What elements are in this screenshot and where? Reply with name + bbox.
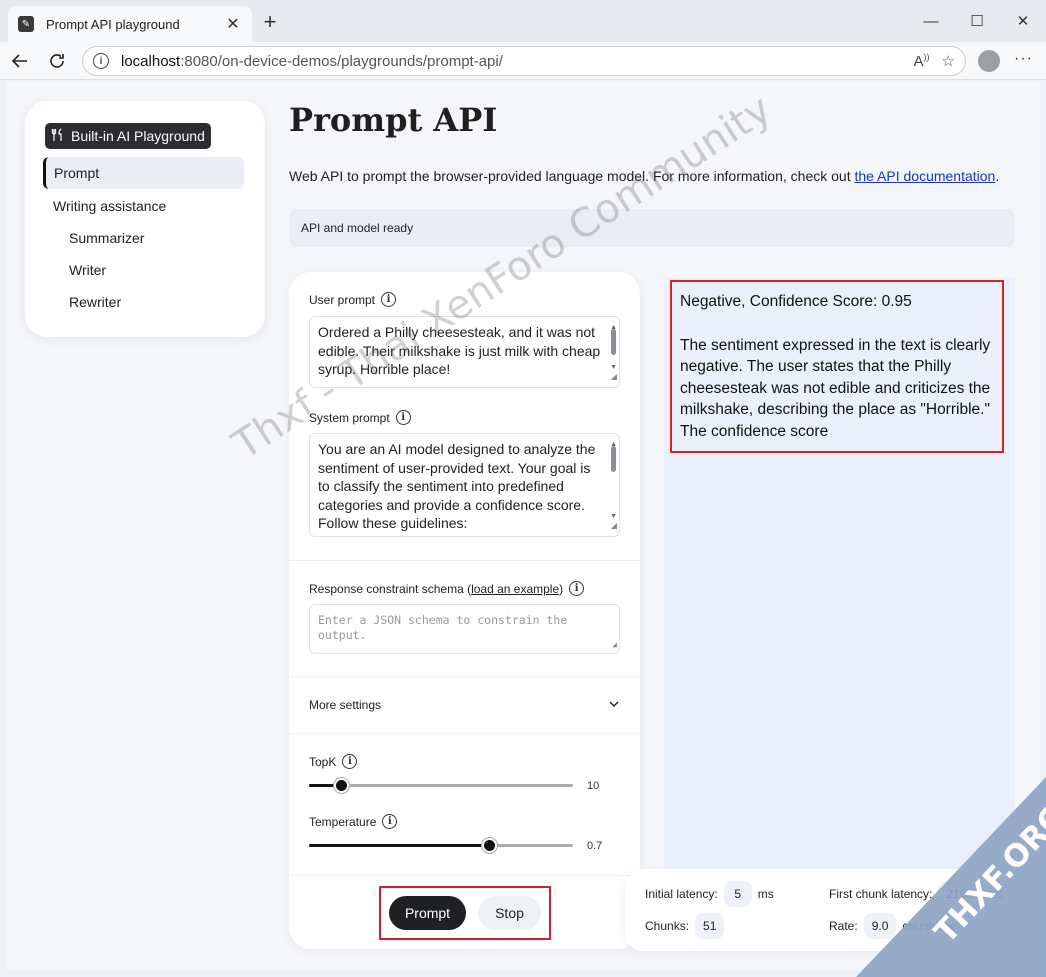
- action-buttons: Prompt Stop: [379, 886, 551, 940]
- url-text: localhost:8080/on-device-demos/playgroun…: [121, 52, 503, 70]
- first-chunk-latency-stat: First chunk latency: 2163 ms: [829, 881, 1003, 907]
- api-documentation-link[interactable]: the API documentation: [854, 168, 995, 184]
- sidebar-item-prompt[interactable]: Prompt: [43, 157, 244, 189]
- scrollbar-thumb[interactable]: [611, 446, 616, 472]
- sidebar: Built-in AI Playground Prompt Writing as…: [25, 101, 265, 337]
- info-icon[interactable]: i: [382, 814, 398, 829]
- sidebar-item-writer[interactable]: Writer: [69, 262, 106, 278]
- site-info-icon[interactable]: i: [93, 53, 109, 69]
- browser-toolbar: i localhost:8080/on-device-demos/playgro…: [0, 42, 1046, 80]
- response-panel: Negative, Confidence Score: 0.95 The sen…: [664, 277, 1015, 877]
- info-icon[interactable]: i: [569, 581, 585, 596]
- brand-label: Built-in AI Playground: [71, 128, 205, 144]
- topk-slider[interactable]: [309, 778, 573, 793]
- temperature-slider[interactable]: [309, 838, 573, 853]
- brand-badge[interactable]: Built-in AI Playground: [45, 123, 211, 149]
- profile-avatar-icon[interactable]: [978, 50, 1000, 72]
- status-message: API and model ready: [289, 209, 1015, 247]
- chevron-down-icon: [608, 698, 620, 713]
- tab-close-icon[interactable]: ✕: [224, 14, 242, 34]
- sidebar-item-summarizer[interactable]: Summarizer: [69, 230, 144, 246]
- sidebar-item-rewriter[interactable]: Rewriter: [69, 294, 121, 310]
- maximize-icon[interactable]: ☐: [954, 0, 1000, 42]
- sidebar-item-label: Writer: [69, 262, 107, 278]
- slider-thumb[interactable]: [333, 778, 349, 793]
- info-icon[interactable]: i: [395, 410, 411, 425]
- resize-handle-icon[interactable]: ◢: [612, 637, 617, 652]
- playground-favicon-icon: ✎: [18, 16, 34, 32]
- address-actions: A)) ☆: [914, 52, 955, 70]
- more-settings-label: More settings: [309, 698, 382, 712]
- slider-thumb[interactable]: [481, 838, 497, 853]
- system-prompt-input[interactable]: You are an AI model designed to analyze …: [309, 433, 620, 537]
- divider: [289, 560, 640, 561]
- divider: [289, 676, 640, 677]
- page-viewport: Built-in AI Playground Prompt Writing as…: [6, 81, 1040, 971]
- slider-fill: [309, 844, 489, 847]
- divider: [289, 733, 640, 734]
- system-prompt-label: System prompt i: [309, 410, 411, 425]
- rate-stat: Rate: 9.0 chunk/sec: [829, 913, 956, 939]
- topk-value: 10: [587, 780, 600, 792]
- sidebar-item-label: Summarizer: [69, 230, 145, 246]
- new-tab-icon[interactable]: +: [258, 10, 282, 34]
- browser-tab[interactable]: ✎ Prompt API playground ✕: [8, 6, 252, 42]
- sidebar-item-label: Rewriter: [69, 294, 122, 310]
- schema-label: Response constraint schema (load an exam…: [309, 581, 585, 596]
- resize-handle-icon[interactable]: ◢: [611, 517, 617, 536]
- rate-value: 9.0: [863, 913, 897, 939]
- reload-icon[interactable]: [43, 48, 71, 74]
- info-icon[interactable]: i: [342, 754, 358, 769]
- page-title: Prompt API: [289, 101, 498, 139]
- minimize-icon[interactable]: —: [908, 0, 954, 42]
- window-controls: — ☐ ✕: [908, 0, 1046, 42]
- more-settings-toggle[interactable]: More settings: [309, 698, 620, 713]
- address-bar[interactable]: i localhost:8080/on-device-demos/playgro…: [82, 46, 966, 76]
- response-summary: Negative, Confidence Score: 0.95: [680, 293, 912, 310]
- tab-title: Prompt API playground: [46, 16, 180, 32]
- temperature-value: 0.7: [587, 840, 603, 852]
- stats-panel: Initial latency: 5 ms First chunk latenc…: [625, 869, 1021, 951]
- stop-button[interactable]: Stop: [478, 896, 541, 930]
- resize-handle-icon[interactable]: ◢: [611, 368, 617, 387]
- info-icon[interactable]: i: [381, 292, 397, 307]
- response-explanation: The sentiment expressed in the text is c…: [680, 336, 991, 440]
- more-menu-icon[interactable]: ···: [1014, 50, 1033, 68]
- sidebar-item-label: Prompt: [54, 165, 100, 181]
- temperature-label: Temperature i: [309, 814, 398, 829]
- chunks-stat: Chunks: 51: [645, 913, 725, 939]
- initial-latency-value: 5: [723, 881, 752, 907]
- initial-latency-stat: Initial latency: 5 ms: [645, 881, 774, 907]
- chunks-value: 51: [695, 913, 725, 939]
- topk-label: TopK i: [309, 754, 358, 769]
- prompt-button[interactable]: Prompt: [389, 896, 466, 930]
- load-example-link[interactable]: load an example: [471, 582, 559, 596]
- user-prompt-input[interactable]: Ordered a Philly cheesesteak, and it was…: [309, 316, 620, 388]
- scrollbar-thumb[interactable]: [611, 329, 616, 355]
- divider: [289, 875, 640, 876]
- read-aloud-icon[interactable]: A)): [914, 52, 930, 70]
- prompt-form: User prompt i Ordered a Philly cheeseste…: [289, 272, 640, 949]
- favorite-star-icon[interactable]: ☆: [942, 52, 955, 70]
- schema-input[interactable]: Enter a JSON schema to constrain the out…: [309, 604, 620, 654]
- intro-text: Web API to prompt the browser-provided l…: [289, 168, 1000, 184]
- sidebar-item-writing-assistance[interactable]: Writing assistance: [53, 198, 166, 214]
- sidebar-item-label: Writing assistance: [53, 198, 167, 214]
- first-chunk-latency-value: 2163: [938, 881, 982, 907]
- browser-titlebar: ✎ Prompt API playground ✕ + — ☐ ✕: [0, 0, 1046, 42]
- user-prompt-label: User prompt i: [309, 292, 397, 307]
- close-window-icon[interactable]: ✕: [1000, 0, 1046, 42]
- back-arrow-icon[interactable]: [6, 48, 34, 74]
- utensils-icon: [51, 128, 65, 145]
- response-output: Negative, Confidence Score: 0.95 The sen…: [670, 280, 1004, 453]
